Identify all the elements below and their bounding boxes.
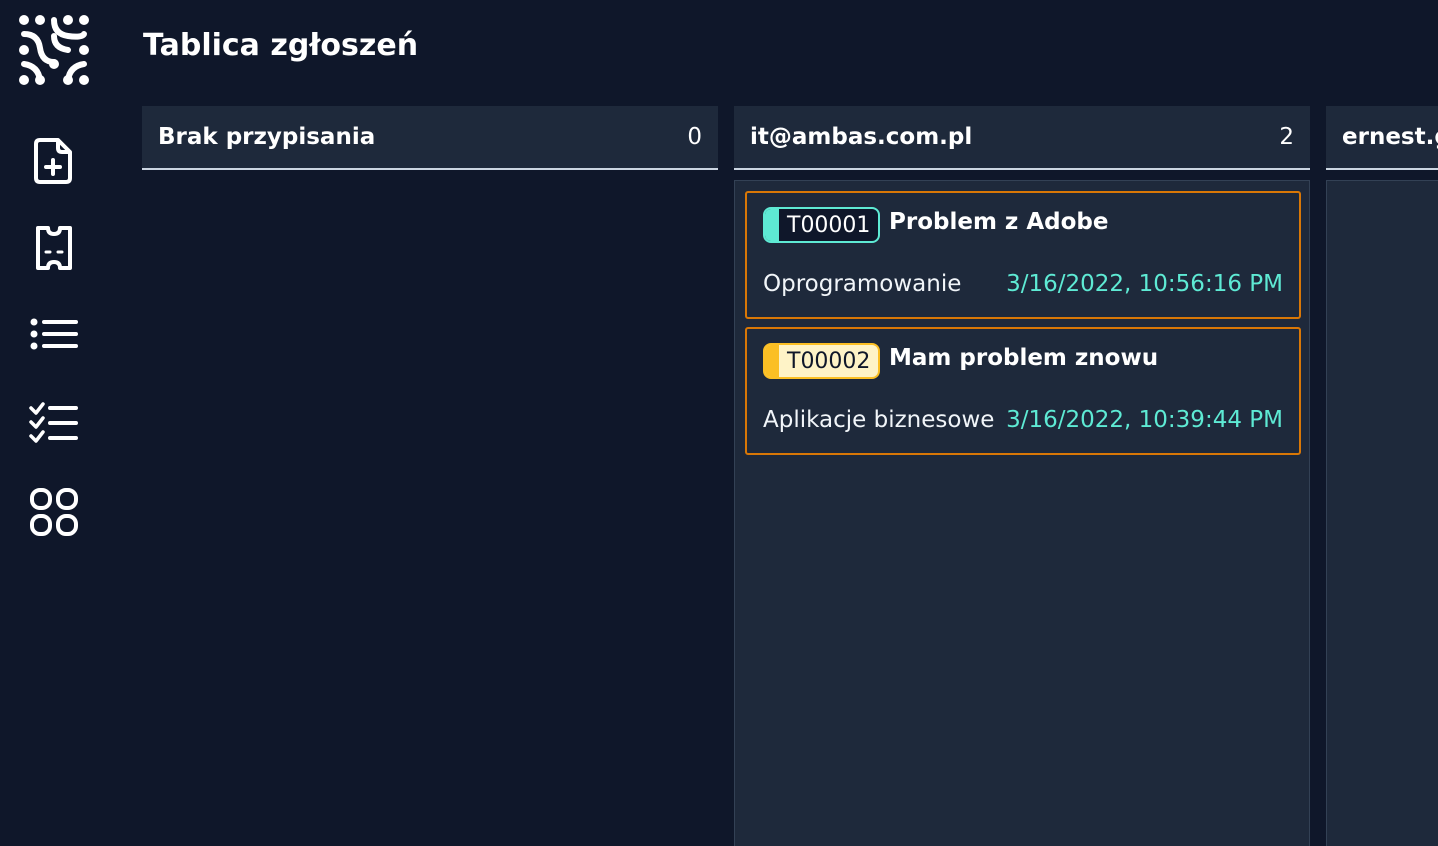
priority-stripe [765, 345, 779, 377]
ticket-category: Oprogramowanie [763, 271, 962, 297]
column-header[interactable]: ernest.g [1326, 106, 1438, 170]
column-header[interactable]: it@ambas.com.pl 2 [734, 106, 1310, 170]
column-body: T00001 Problem z Adobe Oprogramowanie 3/… [734, 180, 1310, 846]
app-window: Tablica zgłoszeń Brak przypisania 0 it@a… [0, 0, 1438, 846]
list-icon [28, 310, 80, 366]
column-title: Brak przypisania [158, 124, 376, 150]
board-column-it: it@ambas.com.pl 2 T00001 Problem z Adobe… [734, 106, 1310, 846]
ticket-title: Mam problem znowu [889, 345, 1159, 371]
file-plus-icon [28, 134, 80, 190]
checklist-icon [28, 396, 80, 452]
sidebar [0, 0, 110, 846]
page-title: Tablica zgłoszeń [143, 28, 419, 63]
ticket-id: T00001 [787, 212, 871, 238]
list-nav-button[interactable] [26, 310, 82, 366]
ticket-category: Aplikacje biznesowe [763, 407, 995, 433]
ticket-id: T00002 [787, 348, 871, 374]
grid-icon [28, 486, 80, 542]
ticket-id-badge: T00002 [763, 343, 881, 379]
ticket-date: 3/16/2022, 10:39:44 PM [1006, 407, 1283, 433]
ticket-id-badge: T00001 [763, 207, 881, 243]
logo-icon[interactable] [18, 14, 90, 86]
board-column-unassigned: Brak przypisania 0 [142, 106, 718, 170]
new-ticket-nav-button[interactable] [26, 134, 82, 190]
ticket-card[interactable]: T00002 Mam problem znowu Aplikacje bizne… [745, 327, 1301, 455]
ticket-date: 3/16/2022, 10:56:16 PM [1006, 271, 1283, 297]
column-count: 2 [1279, 124, 1294, 150]
tickets-nav-button[interactable] [26, 222, 82, 278]
board-column-ernest: ernest.g [1326, 106, 1438, 846]
ticket-title: Problem z Adobe [889, 209, 1109, 235]
column-header[interactable]: Brak przypisania 0 [142, 106, 718, 170]
ticket-icon [28, 222, 80, 278]
column-body [1326, 180, 1438, 846]
priority-stripe [765, 209, 779, 241]
apps-nav-button[interactable] [26, 486, 82, 542]
checklist-nav-button[interactable] [26, 396, 82, 452]
column-title: ernest.g [1342, 124, 1438, 150]
column-count: 0 [687, 124, 702, 150]
ticket-card[interactable]: T00001 Problem z Adobe Oprogramowanie 3/… [745, 191, 1301, 319]
column-title: it@ambas.com.pl [750, 124, 973, 150]
